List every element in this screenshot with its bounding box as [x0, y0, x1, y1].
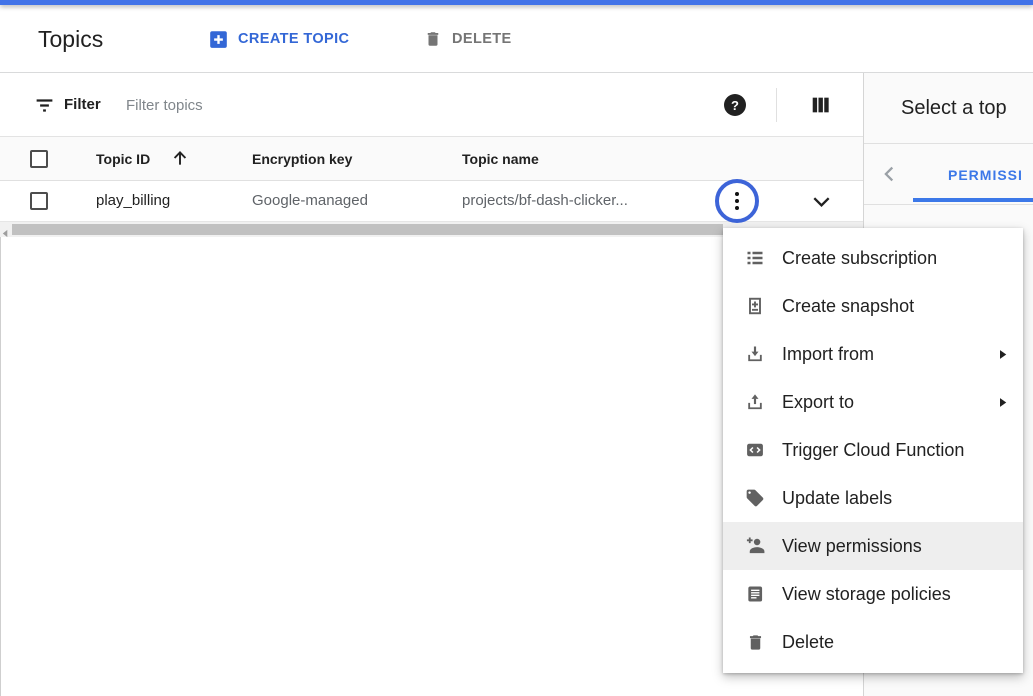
filter-bar: Filter ?	[0, 73, 863, 137]
article-icon	[745, 584, 765, 604]
menu-item-create-snapshot[interactable]: Create snapshot	[723, 282, 1023, 330]
plus-box-icon	[209, 30, 228, 49]
filter-label: Filter	[64, 96, 101, 113]
tab-permissions[interactable]: PERMISSI	[948, 167, 1023, 183]
column-header-topic-id[interactable]: Topic ID	[96, 151, 150, 167]
menu-item-export-to[interactable]: Export to	[723, 378, 1023, 426]
submenu-arrow-icon	[995, 395, 1010, 410]
person-add-icon	[745, 536, 765, 556]
trash-icon	[424, 30, 442, 48]
page-title: Topics	[38, 26, 103, 53]
column-header-encryption-key[interactable]: Encryption key	[252, 151, 352, 167]
create-topic-label: CREATE TOPIC	[238, 31, 349, 47]
column-display-icon[interactable]	[809, 94, 832, 116]
menu-item-create-subscription[interactable]: Create subscription	[723, 234, 1023, 282]
export-icon	[745, 392, 765, 412]
menu-item-update-labels[interactable]: Update labels	[723, 474, 1023, 522]
delete-label: DELETE	[452, 31, 512, 47]
tag-icon	[745, 488, 765, 508]
submenu-arrow-icon	[995, 347, 1010, 362]
cell-topic-id: play_billing	[96, 192, 170, 209]
menu-item-view-permissions[interactable]: View permissions	[723, 522, 1023, 570]
table-header-row: Topic ID Encryption key Topic name	[0, 137, 863, 181]
column-header-topic-name[interactable]: Topic name	[462, 151, 539, 167]
sort-ascending-icon[interactable]	[170, 148, 190, 173]
chevron-left-icon[interactable]	[878, 163, 902, 187]
panel-header: Select a top	[864, 73, 1033, 144]
delete-topic-button[interactable]: DELETE	[424, 5, 512, 73]
top-accent-bar	[0, 0, 1033, 5]
active-tab-underline	[913, 198, 1033, 202]
page-header: Topics CREATE TOPIC DELETE	[0, 5, 1033, 73]
menu-item-view-storage-policies[interactable]: View storage policies	[723, 570, 1023, 618]
create-topic-button[interactable]: CREATE TOPIC	[209, 5, 349, 73]
help-icon[interactable]: ?	[724, 94, 746, 116]
scroll-left-arrow-icon[interactable]	[1, 225, 10, 243]
filter-topics-input[interactable]	[126, 91, 556, 119]
select-all-checkbox[interactable]	[30, 150, 48, 168]
scrollbar-thumb[interactable]	[12, 224, 723, 235]
topic-actions-context-menu: Create subscription Create snapshot Impo…	[723, 228, 1023, 673]
cell-encryption-key: Google-managed	[252, 192, 368, 209]
code-icon	[745, 440, 765, 460]
menu-item-trigger-cloud-function[interactable]: Trigger Cloud Function	[723, 426, 1023, 474]
menu-item-delete[interactable]: Delete	[723, 618, 1023, 666]
import-icon	[745, 344, 765, 364]
toolbar-divider	[776, 88, 777, 122]
menu-item-import-from[interactable]: Import from	[723, 330, 1023, 378]
row-more-actions-icon[interactable]	[715, 179, 759, 223]
list-icon	[745, 248, 765, 268]
cell-topic-name: projects/bf-dash-clicker...	[462, 192, 628, 209]
trash-icon	[745, 632, 765, 652]
row-expand-chevron-down-icon[interactable]	[810, 190, 833, 213]
panel-title: Select a top	[901, 97, 1007, 120]
add-snapshot-icon	[745, 296, 765, 316]
row-checkbox[interactable]	[30, 192, 48, 210]
filter-icon	[34, 95, 55, 121]
panel-tab-bar: PERMISSI	[864, 145, 1033, 205]
